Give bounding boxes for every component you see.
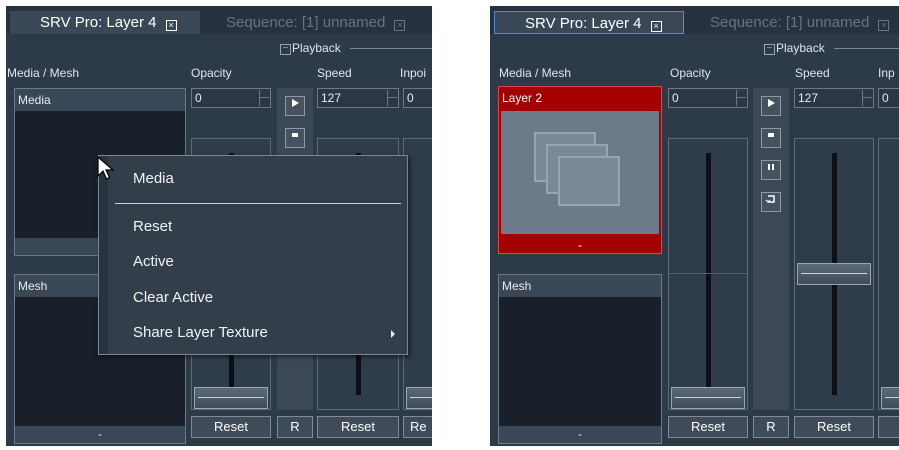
mesh-slot-footer: - bbox=[499, 426, 661, 443]
col-speed: Speed bbox=[795, 66, 830, 80]
col-speed: Speed bbox=[317, 66, 352, 80]
close-tab-icon[interactable]: × bbox=[650, 21, 662, 32]
submenu-arrow-icon bbox=[391, 330, 395, 338]
context-menu: Media Reset Active Clear Active Share La… bbox=[98, 155, 408, 355]
inpoint-reset-button[interactable] bbox=[878, 416, 899, 438]
tab-sequence[interactable]: Sequence: [1] unnamed × bbox=[218, 11, 406, 34]
play-icon[interactable] bbox=[761, 96, 781, 116]
playback-group-label: Playback bbox=[292, 41, 341, 55]
opacity-fader[interactable] bbox=[668, 138, 748, 410]
menu-item-active[interactable]: Active bbox=[133, 253, 174, 270]
col-opacity: Opacity bbox=[191, 66, 232, 80]
col-media-mesh: Media / Mesh bbox=[499, 66, 572, 80]
opacity-fader-knob[interactable] bbox=[194, 387, 268, 409]
menu-item-share-layer-texture[interactable]: Share Layer Texture bbox=[133, 324, 268, 341]
speed-value: 127 bbox=[321, 91, 342, 105]
close-tab-icon[interactable]: × bbox=[394, 20, 406, 31]
mesh-slot-footer: - bbox=[15, 426, 185, 443]
opacity-field[interactable]: 0 bbox=[668, 88, 748, 108]
collapse-icon[interactable]: − bbox=[280, 44, 291, 55]
tab-srv-pro-layer[interactable]: SRV Pro: Layer 4 × bbox=[10, 11, 200, 34]
tab-sequence[interactable]: Sequence: [1] unnamed × bbox=[702, 11, 890, 34]
inpoint-reset-button[interactable]: Re bbox=[403, 416, 432, 438]
menu-item-media[interactable]: Media bbox=[133, 170, 174, 187]
opacity-fader-knob[interactable] bbox=[671, 387, 745, 409]
layer-thumbnail bbox=[501, 111, 659, 234]
speed-field[interactable]: 127 bbox=[794, 88, 874, 108]
speed-fader-knob[interactable] bbox=[797, 263, 871, 285]
layer-stack-icon bbox=[534, 132, 620, 206]
col-inpoint: Inp bbox=[878, 66, 895, 80]
opacity-reset-button[interactable]: Reset bbox=[191, 416, 271, 438]
transport-r-button[interactable]: R bbox=[753, 416, 789, 438]
inpoint-field[interactable]: 0 bbox=[403, 88, 432, 108]
tab-bar: SRV Pro: Layer 4 × Sequence: [1] unnamed… bbox=[490, 6, 899, 34]
mesh-slot-header: Mesh bbox=[499, 275, 661, 297]
col-opacity: Opacity bbox=[670, 66, 711, 80]
mouse-cursor-icon bbox=[97, 156, 115, 180]
media-slot-title: Media bbox=[18, 93, 51, 107]
mesh-slot[interactable]: Mesh - bbox=[498, 274, 662, 444]
group-divider bbox=[350, 48, 432, 49]
close-tab-icon[interactable]: × bbox=[165, 20, 177, 31]
opacity-reset-button[interactable]: Reset bbox=[668, 416, 748, 438]
col-media-mesh: Media / Mesh bbox=[7, 66, 80, 80]
inpoint-field[interactable]: 0 bbox=[878, 88, 899, 108]
opacity-field[interactable]: 0 bbox=[191, 88, 271, 108]
speed-reset-button[interactable]: Reset bbox=[317, 416, 399, 438]
fader-track bbox=[706, 153, 711, 395]
mesh-slot-title: Mesh bbox=[18, 279, 48, 293]
media-slot-header: Media bbox=[15, 89, 185, 111]
right-panel: SRV Pro: Layer 4 × Sequence: [1] unnamed… bbox=[490, 6, 899, 446]
tab-bar: SRV Pro: Layer 4 × Sequence: [1] unnamed… bbox=[6, 6, 432, 34]
inpoint-fader-knob[interactable] bbox=[881, 387, 899, 409]
pause-icon[interactable] bbox=[761, 160, 781, 180]
inpoint-value: 0 bbox=[882, 91, 889, 105]
stop-icon[interactable] bbox=[761, 128, 781, 148]
speed-spinner[interactable] bbox=[387, 90, 397, 106]
mesh-slot-title: Mesh bbox=[502, 279, 532, 293]
speed-field[interactable]: 127 bbox=[317, 88, 399, 108]
transport-r-button[interactable]: R bbox=[277, 416, 313, 438]
col-inpoint: Inpoi bbox=[400, 66, 427, 80]
opacity-value: 0 bbox=[195, 91, 202, 105]
inpoint-fader-knob[interactable] bbox=[406, 387, 432, 409]
media-slot-footer: - bbox=[578, 238, 582, 252]
inpoint-fader[interactable] bbox=[878, 138, 899, 410]
speed-fader[interactable] bbox=[794, 138, 874, 410]
playback-group-label: Playback bbox=[776, 41, 825, 55]
stop-icon[interactable] bbox=[285, 128, 305, 148]
collapse-icon[interactable]: − bbox=[764, 44, 775, 55]
tab-label: SRV Pro: Layer 4 bbox=[525, 15, 642, 32]
loop-icon[interactable] bbox=[761, 192, 781, 212]
opacity-spinner[interactable] bbox=[259, 90, 269, 106]
speed-value: 127 bbox=[798, 91, 819, 105]
speed-spinner[interactable] bbox=[862, 90, 872, 106]
inpoint-value: 0 bbox=[407, 91, 414, 105]
close-tab-icon[interactable]: × bbox=[878, 20, 890, 31]
media-slot-selected[interactable]: Layer 2 - bbox=[498, 86, 662, 254]
menu-gutter bbox=[99, 156, 108, 354]
opacity-spinner[interactable] bbox=[736, 90, 746, 106]
group-divider bbox=[834, 48, 899, 49]
media-slot-title: Layer 2 bbox=[502, 91, 543, 105]
speed-reset-button[interactable]: Reset bbox=[794, 416, 874, 438]
opacity-value: 0 bbox=[672, 91, 679, 105]
play-icon[interactable] bbox=[285, 96, 305, 116]
menu-item-clear-active[interactable]: Clear Active bbox=[133, 289, 213, 306]
fader-midline bbox=[669, 273, 747, 274]
tab-label: Sequence: [1] unnamed bbox=[226, 14, 386, 31]
menu-item-reset[interactable]: Reset bbox=[133, 218, 172, 235]
menu-separator bbox=[115, 203, 401, 204]
tab-srv-pro-layer[interactable]: SRV Pro: Layer 4 × bbox=[494, 11, 684, 34]
tab-label: Sequence: [1] unnamed bbox=[710, 14, 870, 31]
tab-label: SRV Pro: Layer 4 bbox=[40, 14, 157, 31]
